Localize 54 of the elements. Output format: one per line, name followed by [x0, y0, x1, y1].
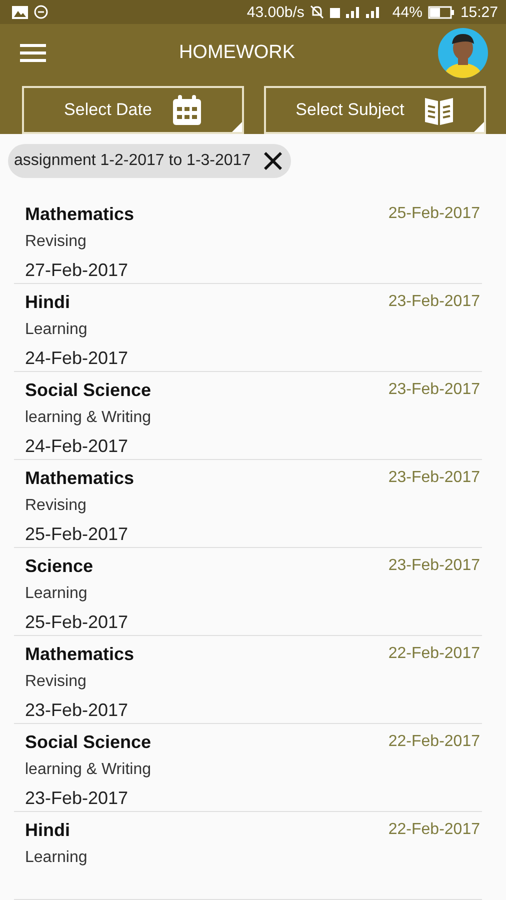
battery-level: 44%: [392, 4, 422, 20]
minus-circle-icon: [34, 5, 48, 19]
due-date: 23-Feb-2017: [25, 699, 130, 722]
subject-name: Social Science: [25, 379, 152, 402]
task-text: Revising: [25, 496, 88, 516]
assigned-date: 23-Feb-2017: [388, 292, 481, 312]
due-date: 24-Feb-2017: [25, 435, 130, 458]
assigned-date: 22-Feb-2017: [388, 732, 481, 752]
task-text: Revising: [25, 232, 88, 252]
homework-item[interactable]: Science Learning 25-Feb-2017 23-Feb-2017: [14, 548, 482, 636]
homework-item[interactable]: Hindi Learning 22-Feb-2017: [14, 812, 482, 900]
due-date: 25-Feb-2017: [25, 523, 130, 546]
homework-item[interactable]: Mathematics Revising 25-Feb-2017 23-Feb-2017: [14, 460, 482, 548]
screen-title: HOMEWORK: [178, 42, 296, 64]
network-speed: 43.00b/s: [246, 4, 304, 20]
assigned-date: 25-Feb-2017: [388, 204, 481, 224]
assigned-date: 23-Feb-2017: [388, 380, 481, 400]
homework-item[interactable]: Social Science learning & Writing 24-Feb-2017 23-Feb-2017: [14, 372, 482, 460]
filter-button[interactable]: Select Date: [22, 86, 244, 134]
task-text: Learning: [25, 584, 88, 604]
corner-triangle-icon: [474, 122, 484, 132]
chip-label: assignment 1-2-2017 to 1-3-2017: [14, 152, 251, 170]
task-text: Learning: [25, 320, 88, 340]
assigned-date: 23-Feb-2017: [388, 468, 481, 488]
menu-icon[interactable]: [20, 44, 46, 62]
homework-item[interactable]: Mathematics Revising 27-Feb-2017 25-Feb-2017: [14, 196, 482, 284]
subject-name: Social Science: [25, 731, 152, 754]
due-date: 27-Feb-2017: [25, 259, 130, 282]
subject-name: Mathematics: [25, 467, 136, 490]
image-icon: [12, 6, 28, 18]
homework-item[interactable]: Social Science learning & Writing 23-Feb-2017 22-Feb-2017: [14, 724, 482, 812]
subject-name: Hindi: [25, 291, 71, 314]
assigned-date: 23-Feb-2017: [388, 556, 481, 576]
task-text: learning & Writing: [25, 760, 152, 780]
assigned-date: 22-Feb-2017: [388, 644, 481, 664]
subject-name: Mathematics: [25, 643, 136, 666]
due-date: 25-Feb-2017: [25, 611, 130, 634]
mute-icon: [310, 5, 324, 19]
task-text: learning & Writing: [25, 408, 152, 428]
filter-button[interactable]: Select Subject: [264, 86, 486, 134]
clock: 15:27: [460, 4, 498, 20]
due-date: 23-Feb-2017: [25, 787, 130, 810]
assigned-date: 22-Feb-2017: [388, 820, 481, 840]
battery-icon: [428, 6, 454, 18]
due-date: 24-Feb-2017: [25, 347, 130, 370]
corner-triangle-icon: [232, 122, 242, 132]
subject-name: Science: [25, 555, 94, 578]
calendar-icon: [172, 94, 202, 126]
task-text: Revising: [25, 672, 88, 692]
homework-item[interactable]: Mathematics Revising 23-Feb-2017 22-Feb-2017: [14, 636, 482, 724]
task-text: Learning: [25, 848, 88, 868]
subject-name: Mathematics: [25, 203, 136, 226]
subject-name: Hindi: [25, 819, 71, 842]
homework-item[interactable]: Hindi Learning 24-Feb-2017 23-Feb-2017: [14, 284, 482, 372]
